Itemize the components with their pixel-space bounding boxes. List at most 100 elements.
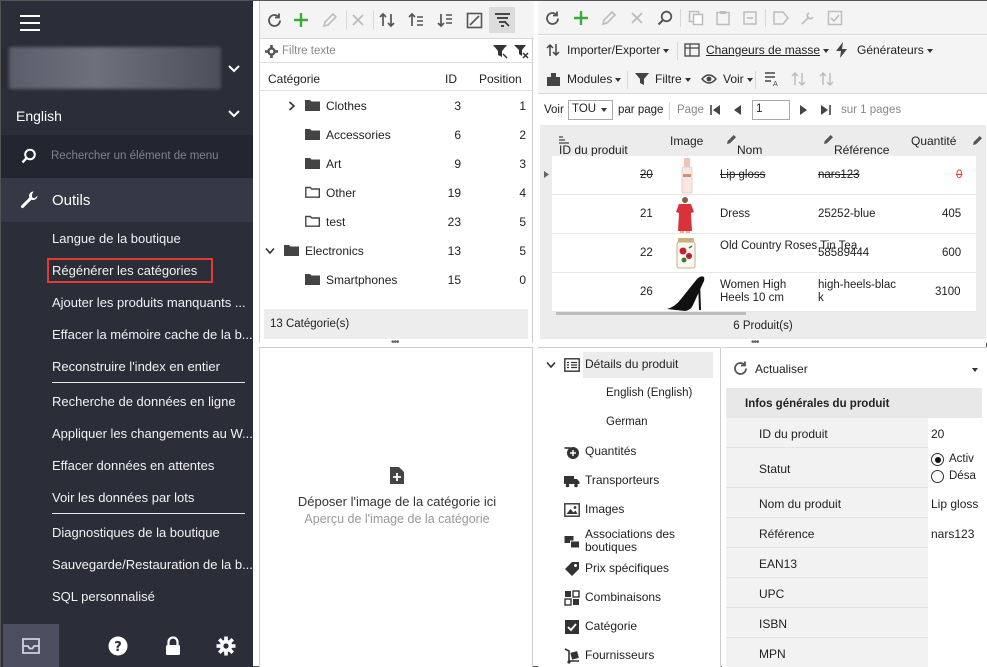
paste-icon[interactable] (713, 8, 733, 28)
send-icon[interactable] (771, 8, 791, 28)
settings-button[interactable] (198, 624, 254, 667)
nav-product-details[interactable]: Détails du produit (538, 352, 718, 378)
per-page-select[interactable]: TOU (568, 100, 613, 120)
tools-icon[interactable] (798, 8, 818, 28)
language-selector[interactable]: English (1, 97, 253, 133)
status-active-radio[interactable] (931, 453, 944, 466)
page-input[interactable]: 1 (752, 100, 790, 120)
filter-list-icon[interactable] (489, 7, 515, 33)
chevron-down-icon[interactable] (972, 368, 978, 372)
nav-combinations[interactable]: Combinaisons (538, 585, 718, 611)
generators-menu[interactable]: Générateurs (857, 43, 933, 57)
column-name[interactable]: Nom (726, 134, 762, 157)
tools-section-header[interactable]: Outils (1, 178, 253, 222)
category-row[interactable]: Electronics 13 5 (260, 237, 534, 266)
duplicate-icon[interactable] (740, 8, 760, 28)
category-image-dropzone[interactable]: Déposer l'image de la catégorie ici Aper… (259, 347, 533, 667)
field-value[interactable] (928, 638, 982, 667)
hamburger-menu-icon[interactable] (20, 15, 40, 31)
nav-specific-prices[interactable]: Prix spécifiques (538, 556, 718, 582)
product-row[interactable]: 22 Old Country Roses Tin Tea 58589444 60… (552, 234, 976, 273)
field-value[interactable] (928, 548, 982, 578)
column-image[interactable]: Image (670, 134, 703, 148)
status-inactive-radio[interactable] (931, 470, 944, 483)
column-position[interactable]: Position (479, 72, 522, 86)
category-row[interactable]: Accessories 6 2 (260, 121, 534, 150)
nav-shop-associations[interactable]: Associations des boutiques (538, 526, 718, 556)
category-row[interactable]: Smartphones 15 0 (260, 266, 534, 295)
first-page-icon[interactable] (709, 104, 721, 116)
modules-menu[interactable]: Modules (567, 72, 622, 86)
menu-item-clear-pending-data[interactable]: Effacer données en attentes (52, 458, 252, 473)
filter-icon[interactable] (492, 44, 508, 59)
field-value[interactable] (928, 578, 982, 608)
chevron-right-icon[interactable] (288, 101, 296, 111)
menu-item-add-missing-products[interactable]: Ajouter les produits manquants ... (52, 295, 252, 310)
menu-item-rebuild-index[interactable]: Reconstruire l'index en entier (52, 359, 252, 374)
nav-category[interactable]: Catégorie (538, 614, 718, 640)
category-filter-input[interactable]: Filtre texte (260, 41, 534, 63)
column-quantity[interactable]: Quantité (911, 134, 956, 148)
product-row[interactable]: 20 Lip gloss nars123 0 (552, 156, 976, 195)
refresh-button[interactable]: Actualiser (722, 356, 987, 382)
nav-language-english[interactable]: English (English) (538, 381, 718, 407)
delete-icon[interactable] (627, 8, 647, 28)
column-reference[interactable]: Référence (823, 134, 889, 157)
import-export-menu[interactable]: Importer/Exporter (567, 43, 670, 57)
sort-columns-icon[interactable] (791, 71, 807, 87)
chevron-down-icon[interactable] (546, 361, 556, 369)
checklist-icon[interactable] (825, 8, 845, 28)
nav-suppliers[interactable]: Fournisseurs (538, 643, 718, 667)
product-row[interactable]: 21 Dress 25252-blue 405 (552, 195, 976, 234)
sort-desc-icon[interactable] (435, 10, 455, 30)
field-value[interactable]: 20 (928, 418, 982, 448)
search-icon[interactable] (655, 8, 675, 28)
menu-item-online-data-search[interactable]: Recherche de données en ligne (52, 394, 252, 409)
move-up-down-icon[interactable] (377, 10, 397, 30)
edit-icon[interactable] (599, 8, 619, 28)
store-selector[interactable] (9, 47, 221, 89)
menu-item-custom-sql[interactable]: SQL personnalisé (52, 589, 252, 604)
category-row[interactable]: Other 19 4 (260, 179, 534, 208)
chevron-down-icon[interactable] (265, 247, 275, 255)
edit-icon[interactable] (320, 10, 340, 30)
clear-filter-icon[interactable] (513, 44, 529, 59)
menu-item-shop-language[interactable]: Langue de la boutique (52, 231, 252, 246)
delete-icon[interactable] (348, 10, 368, 30)
next-page-icon[interactable] (799, 104, 809, 116)
product-row[interactable]: 26 Women High Heels 10 cm high-heels-bla… (552, 273, 976, 312)
help-button[interactable]: ? (90, 624, 146, 667)
menu-item-clear-cache[interactable]: Effacer la mémoire cache de la b... (52, 327, 252, 342)
category-row[interactable]: Art 9 3 (260, 150, 534, 179)
column-category[interactable]: Catégorie (268, 72, 320, 86)
chevron-down-icon[interactable] (227, 62, 241, 76)
lock-button[interactable] (145, 624, 201, 667)
previous-page-icon[interactable] (732, 104, 742, 116)
refresh-icon[interactable] (542, 8, 562, 28)
menu-item-regenerate-categories[interactable]: Régénérer les catégories (47, 258, 213, 283)
gear-icon[interactable] (265, 45, 278, 58)
add-icon[interactable] (291, 10, 311, 30)
category-row[interactable]: test 23 5 (260, 208, 534, 237)
column-product-id[interactable]: ID du produit (559, 134, 628, 157)
text-format-icon[interactable]: A (764, 71, 780, 87)
view-menu[interactable]: Voir (723, 72, 753, 86)
sort-asc-icon[interactable] (406, 10, 426, 30)
field-value[interactable]: Lip gloss (928, 488, 982, 518)
category-row[interactable]: Clothes 3 1 (260, 92, 534, 121)
filter-menu[interactable]: Filtre (655, 72, 691, 86)
sort-rows-icon[interactable] (819, 71, 835, 87)
last-page-icon[interactable] (820, 104, 832, 116)
column-id[interactable]: ID (445, 72, 457, 86)
nav-carriers[interactable]: Transporteurs (538, 468, 718, 494)
store-button[interactable] (3, 624, 59, 667)
copy-icon[interactable] (686, 8, 706, 28)
menu-item-view-batch-data[interactable]: Voir les données par lots (52, 490, 252, 505)
menu-item-backup-restore[interactable]: Sauvegarde/Restauration de la b... (52, 557, 252, 572)
nav-quantities[interactable]: Quantités (538, 439, 718, 465)
nav-language-german[interactable]: German (538, 410, 718, 436)
field-value[interactable] (928, 608, 982, 638)
menu-item-shop-diagnostics[interactable]: Diagnostiques de la boutique (52, 525, 252, 540)
menu-item-apply-changes[interactable]: Appliquer les changements au W... (52, 426, 252, 441)
image-edit-icon[interactable] (464, 10, 484, 30)
